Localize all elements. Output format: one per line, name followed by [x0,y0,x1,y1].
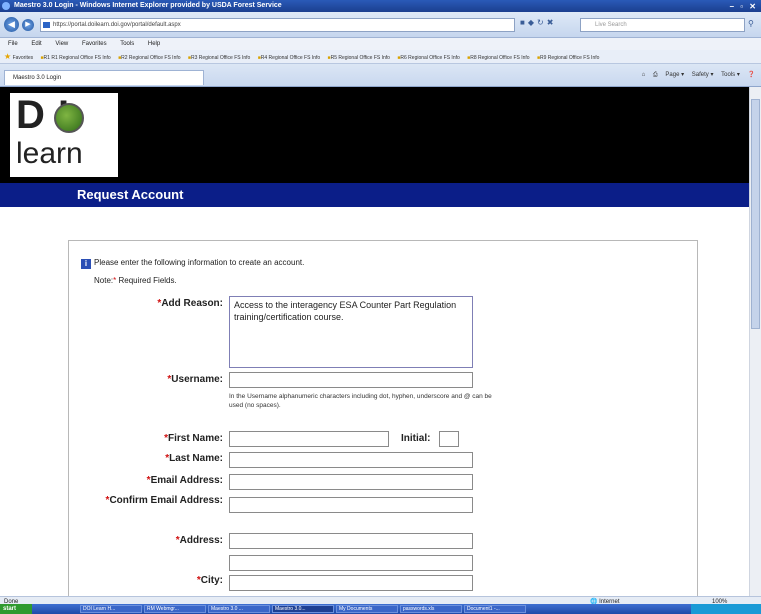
confirm-email-label-text: Confirm Email Address: [109,495,223,506]
favorite-link[interactable]: R9 Regional Office FS Info [537,55,599,61]
lock-refresh-stop-icons[interactable]: ■◆↻✖ [520,18,556,27]
favorites-label[interactable]: Favorites [13,55,34,61]
search-input[interactable]: Live Search [580,18,745,32]
menu-bar: File Edit View Favorites Tools Help [0,38,761,50]
taskbar-item[interactable]: My Documents [336,605,398,613]
taskbar-item[interactable]: RM Webmgr... [144,605,206,613]
back-icon[interactable]: ◀ [4,17,19,32]
first-name-label-text: First Name: [167,433,223,444]
taskbar-item[interactable]: Document1 -... [464,605,526,613]
cmd-safety[interactable]: Safety ▾ [692,72,714,78]
confirm-email-input[interactable] [229,497,473,513]
site-header: D I learn [0,87,749,183]
add-reason-label: *Add Reason: [73,298,223,310]
note-prefix: Note: [94,276,114,285]
menu-edit[interactable]: Edit [31,41,41,47]
menu-favorites[interactable]: Favorites [82,41,107,47]
cmd-tools[interactable]: Tools ▾ [721,72,740,78]
favorite-link[interactable]: R2 Regional Office FS Info [118,55,180,61]
username-label: *Username: [73,374,223,386]
print-icon[interactable]: ⎙ [653,72,658,78]
window-titlebar: Maestro 3.0 Login - Windows Internet Exp… [0,0,761,12]
add-reason-textarea[interactable]: Access to the interagency ESA Counter Pa… [229,296,473,368]
city-label-text: City: [200,575,223,586]
help-icon[interactable]: ❓ [748,72,755,78]
doi-learn-logo[interactable]: D I learn [10,93,118,177]
page-title: Request Account [77,187,184,202]
request-account-form: i Please enter the following information… [68,240,698,596]
favorite-link[interactable]: R1 R1 Regional Office FS Info [41,55,111,61]
taskbar-item[interactable]: passwords.xls [400,605,462,613]
username-hint: In the Username alphanumeric characters … [229,393,492,409]
note-suffix: Required Fields. [116,276,177,285]
menu-help[interactable]: Help [148,41,160,47]
email-input[interactable] [229,474,473,490]
menu-file[interactable]: File [8,41,18,47]
add-reason-label-text: Add Reason: [161,298,223,309]
windows-taskbar: start DOI Learn H... RM Webmgr... Maestr… [0,604,761,614]
address-line1-input[interactable] [229,533,473,549]
required-note: Note:* Required Fields. [94,276,177,285]
vertical-scrollbar[interactable] [749,87,761,596]
city-label: *City: [73,575,223,587]
system-tray [691,604,761,614]
email-label-text: Email Address: [150,475,223,486]
cmd-page[interactable]: Page ▾ [665,72,684,78]
form-intro: Please enter the following information t… [94,258,305,267]
username-input[interactable] [229,372,473,388]
search-icon[interactable]: ⚲ [748,19,754,28]
menu-tools[interactable]: Tools [120,41,134,47]
scrollbar-thumb[interactable] [751,99,760,329]
leaf-icon [54,103,84,133]
address-label: *Address: [73,535,223,547]
initial-label: Initial: [401,433,431,444]
forward-icon[interactable]: ▶ [22,19,34,31]
command-bar: ⌂ ⎙ Page ▾ Safety ▾ Tools ▾ ❓ [636,71,755,79]
last-name-label-text: Last Name: [169,453,223,464]
favorite-link[interactable]: R8 Regional Office FS Info [467,55,529,61]
logo-learn-text: learn [16,137,83,170]
taskbar-item[interactable]: Maestro 3.0... [272,605,334,613]
email-label: *Email Address: [73,475,223,487]
title-band: Request Account [0,183,749,207]
last-name-label: *Last Name: [73,453,223,465]
taskbar-item[interactable]: Maestro 3.0 ... [208,605,270,613]
first-name-input[interactable] [229,431,389,447]
start-button[interactable]: start [0,604,32,614]
initial-input[interactable] [439,431,459,447]
username-label-text: Username: [171,374,223,385]
first-name-label: *First Name: [73,433,223,445]
window-controls[interactable]: – ▫ ✕ [730,1,758,12]
favorites-bar: ★ Favorites R1 R1 Regional Office FS Inf… [0,50,761,64]
city-input[interactable] [229,575,473,591]
favorite-link[interactable]: R3 Regional Office FS Info [188,55,250,61]
info-icon: i [81,259,91,269]
confirm-email-label: *Confirm Email Address: [73,495,223,507]
address-bar: ◀ ▶ https://portal.doilearn.doi.gov/port… [0,12,761,38]
taskbar-item[interactable]: DOI Learn H... [80,605,142,613]
url-input[interactable]: https://portal.doilearn.doi.gov/portal/d… [40,18,515,32]
favorite-link[interactable]: R6 Regional Office FS Info [397,55,459,61]
favorite-link[interactable]: R4 Regional Office FS Info [258,55,320,61]
window-title: Maestro 3.0 Login - Windows Internet Exp… [14,2,282,9]
tab-bar: Maestro 3.0 Login ⌂ ⎙ Page ▾ Safety ▾ To… [0,64,761,87]
address-line2-input[interactable] [229,555,473,571]
tab-maestro-login[interactable]: Maestro 3.0 Login [4,70,204,85]
last-name-input[interactable] [229,452,473,468]
page-viewport: D I learn Request Account i Please enter… [0,87,761,596]
favorites-star-icon[interactable]: ★ [4,52,11,61]
menu-view[interactable]: View [55,41,68,47]
ie-icon [2,2,10,10]
favorite-link[interactable]: R5 Regional Office FS Info [328,55,390,61]
address-label-text: Address: [179,535,223,546]
home-icon[interactable]: ⌂ [642,72,646,78]
